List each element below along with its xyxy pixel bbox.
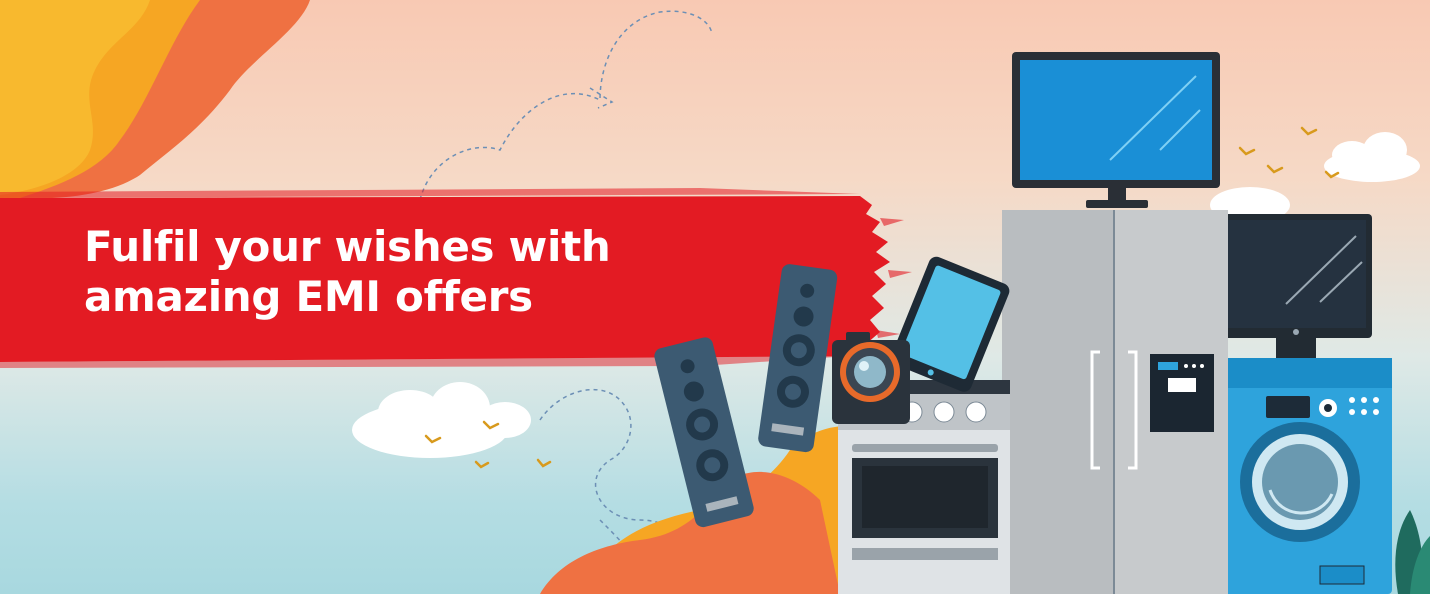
television-icon	[1012, 52, 1220, 208]
headline-line-1: Fulfil your wishes with	[84, 222, 611, 271]
monitor-icon	[1220, 214, 1372, 360]
banner-headline: Fulfil your wishes with amazing EMI offe…	[84, 222, 611, 322]
emi-offers-banner[interactable]: Fulfil your wishes with amazing EMI offe…	[0, 0, 1430, 594]
camera-icon	[832, 332, 910, 424]
plant-leaves	[1395, 510, 1430, 594]
refrigerator-icon	[1002, 210, 1228, 594]
top-left-swirl	[0, 0, 310, 200]
cloud-left	[352, 382, 531, 458]
headline-line-2: amazing EMI offers	[84, 272, 533, 321]
cloud-right	[1210, 132, 1420, 223]
washing-machine-icon	[1218, 358, 1392, 594]
